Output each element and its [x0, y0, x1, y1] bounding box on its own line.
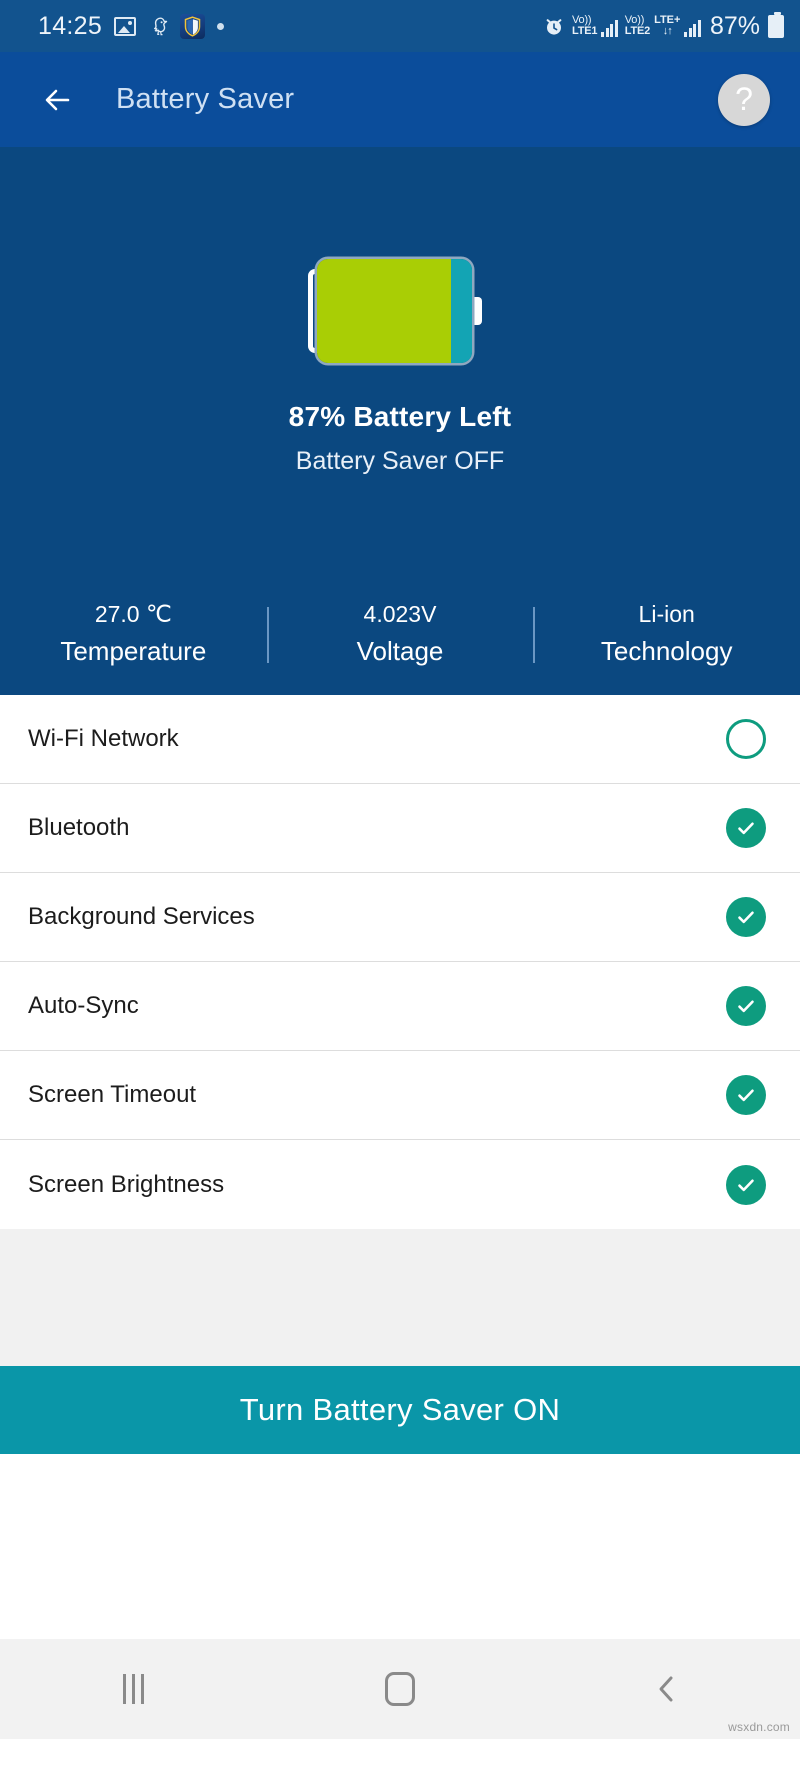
help-label: ? [735, 81, 753, 117]
bird-icon [148, 15, 168, 37]
battery-left-text: 87% Battery Left [289, 401, 512, 433]
sim1-volte: Vo)) LTE1 [572, 15, 597, 37]
status-battery-percent: 87% [709, 11, 760, 40]
toggle-row[interactable]: Bluetooth [0, 784, 800, 873]
checkbox-checked-icon[interactable] [726, 1164, 766, 1205]
battery-stat-value: 4.023V [363, 601, 437, 627]
saver-status-text: Battery Saver OFF [295, 447, 505, 475]
app-bar: Battery Saver ? [0, 52, 800, 147]
sim2-data-indicator: LTE+ ↓↑ [654, 15, 680, 37]
battery-body [316, 259, 472, 363]
sim2-network-text: LTE2 [624, 25, 651, 37]
dot-indicator-icon [217, 22, 225, 30]
battery-stats-row: 27.0 ℃ Temperature 4.023V Voltage Li-ion Tech… [0, 601, 800, 667]
sim2-signal-bars-icon [684, 20, 701, 37]
home-button[interactable] [267, 1672, 534, 1706]
turn-battery-saver-label: Turn Battery Saver ON [239, 1392, 561, 1427]
battery-percent-value: 87% [288, 401, 346, 432]
status-bar-left: 14:25 [0, 11, 225, 41]
checkbox-unchecked-icon[interactable] [726, 719, 766, 759]
sim1-signal-bars-icon [601, 20, 618, 37]
toggle-label: Screen Timeout [28, 1081, 197, 1108]
page-title: Battery Saver [116, 83, 295, 115]
toggle-label: Bluetooth [28, 814, 130, 841]
turn-battery-saver-button[interactable]: Turn Battery Saver ON [0, 1366, 800, 1454]
toggle-label: Auto-Sync [28, 992, 139, 1019]
help-button[interactable]: ? [718, 73, 770, 126]
toggle-list: Wi-Fi Network Bluetooth Background Service… [0, 695, 800, 1229]
battery-stat: 27.0 ℃ Temperature [0, 601, 267, 667]
battery-stat: 4.023V Voltage [266, 601, 534, 667]
spacer-area [0, 1229, 800, 1366]
toggle-row[interactable]: Screen Brightness [0, 1140, 800, 1229]
battery-icon [768, 11, 784, 38]
battery-fill [316, 259, 452, 363]
bottom-filler [0, 1454, 800, 1639]
status-clock: 14:25 [38, 11, 103, 40]
status-bar-right: Vo)) LTE1 Vo)) LTE2 LTE+ ↓↑ 87% [543, 11, 784, 41]
battery-stat-value: 27.0 ℃ [94, 601, 172, 627]
security-shield-icon [180, 13, 206, 39]
android-nav-bar: wsxdn.com [0, 1639, 800, 1739]
battery-hero-panel: 87% Battery Left Battery Saver OFF 27.0 … [0, 147, 800, 695]
checkbox-checked-icon[interactable] [726, 897, 766, 937]
recents-button[interactable] [0, 1674, 267, 1704]
image-icon [114, 16, 137, 36]
checkbox-checked-icon[interactable] [726, 1075, 766, 1115]
battery-stat-value: Li-ion [638, 601, 695, 627]
sim1-network-text: LTE1 [572, 25, 598, 37]
sim2-signal: Vo)) LTE2 LTE+ ↓↑ [625, 15, 701, 37]
toggle-row[interactable]: Auto-Sync [0, 962, 800, 1051]
battery-stat-label: Temperature [60, 636, 207, 666]
toggle-row[interactable]: Background Services [0, 873, 800, 962]
battery-empty [451, 259, 472, 363]
back-arrow-icon[interactable] [28, 70, 88, 130]
battery-stat: Li-ion Technology [533, 601, 800, 667]
sim2-volte: Vo)) LTE2 [625, 15, 650, 37]
home-icon [385, 1672, 415, 1706]
battery-stat-label: Technology [600, 636, 733, 666]
watermark: wsxdn.com [728, 1720, 790, 1734]
toggle-label: Screen Brightness [28, 1170, 225, 1198]
toggle-label: Background Services [28, 903, 255, 930]
battery-stat-label: Voltage [356, 636, 444, 666]
status-bar: 14:25 Vo)) LTE1 Vo)) LTE2 LTE+ ↓↑ 87% [0, 0, 800, 52]
sim1-signal: Vo)) LTE1 [572, 15, 618, 37]
checkbox-checked-icon[interactable] [726, 808, 766, 848]
toggle-row[interactable]: Wi-Fi Network [0, 695, 800, 784]
toggle-label: Wi-Fi Network [28, 725, 179, 752]
battery-large-icon [307, 259, 493, 363]
alarm-icon [543, 15, 565, 37]
toggle-row[interactable]: Screen Timeout [0, 1051, 800, 1140]
nav-back-button[interactable] [533, 1672, 800, 1706]
back-chevron-icon [652, 1672, 682, 1706]
checkbox-checked-icon[interactable] [726, 986, 766, 1026]
data-arrows-icon: ↓↑ [662, 25, 673, 37]
recents-icon [122, 1674, 144, 1704]
battery-percent-suffix: Battery Left [353, 401, 512, 432]
